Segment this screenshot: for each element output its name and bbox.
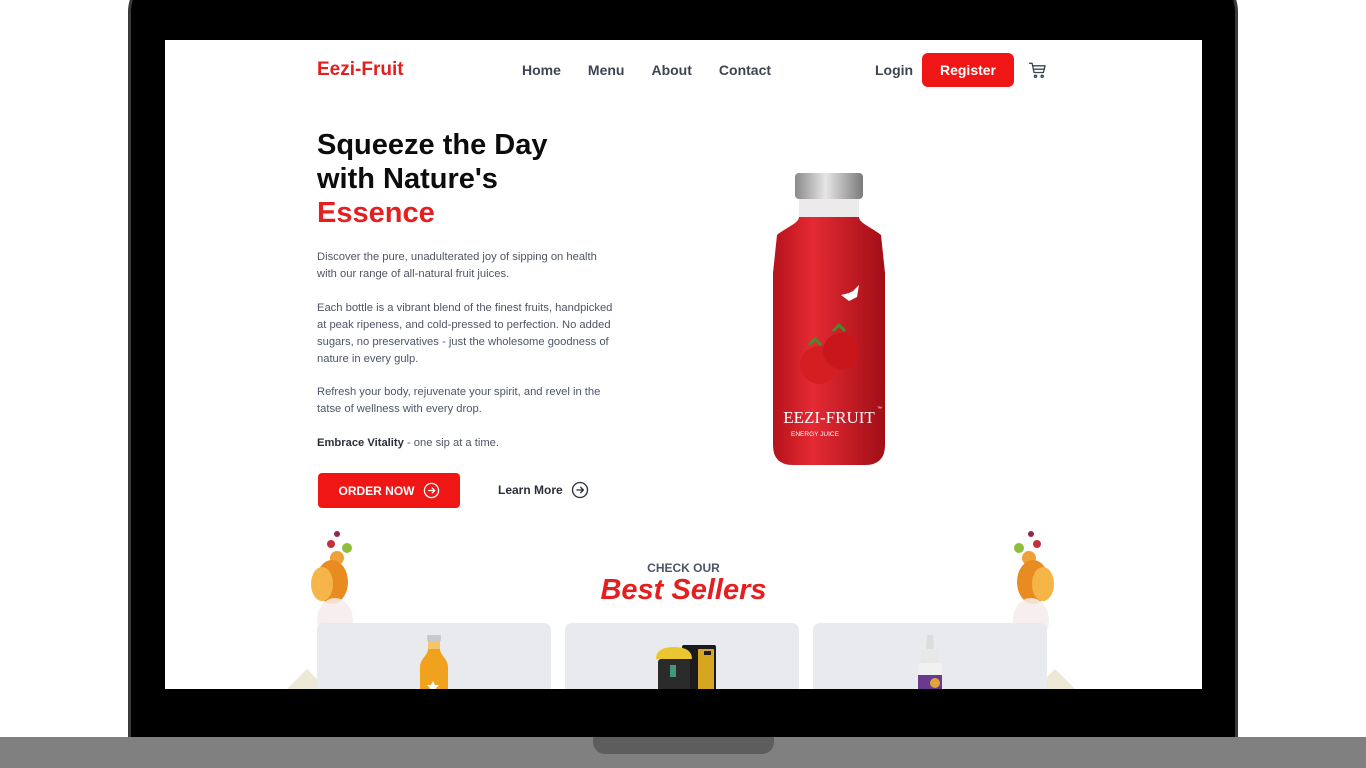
product-card[interactable] [565,623,799,689]
hero-paragraph-2: Each bottle is a vibrant blend of the fi… [317,301,613,365]
tagline-bold: Embrace Vitality [317,436,404,449]
nav-link-about[interactable]: About [651,62,691,78]
tagline-rest: - one sip at a time. [403,436,499,449]
order-now-button[interactable]: ORDER NOW [318,473,460,508]
nav-link-contact[interactable]: Contact [719,62,771,78]
best-sellers-kicker: CHECK OUR [647,561,720,575]
product-card[interactable] [317,623,551,689]
bottle-brand-text: EEZI-FRUIT [783,408,875,427]
best-sellers-cards [317,623,1047,689]
register-button[interactable]: Register [922,53,1014,87]
hero-description: Discover the pure, unadulterated joy of … [317,249,617,468]
hero-title-line-2: with Nature's [317,163,498,195]
cart-icon[interactable] [1028,60,1048,80]
product-card[interactable] [813,623,1047,689]
juice-bottle-thumbnail [420,635,448,689]
arrow-circle-right-icon [571,481,588,499]
juice-bottle-image: EEZI-FRUIT ™ ENERGY JUICE [773,173,885,465]
best-sellers-title: Best Sellers [600,574,767,606]
nav-link-menu[interactable]: Menu [588,62,625,78]
shaker-product-thumbnail [656,645,716,689]
login-link[interactable]: Login [875,62,913,78]
bottle-sub-text: ENERGY JUICE [791,431,840,438]
website-screen: Eezi-Fruit Home Menu About Contact Login… [165,40,1202,689]
hero-paragraph-1: Discover the pure, unadulterated joy of … [317,251,597,280]
hero-paragraph-3: Refresh your body, rejuvenate your spiri… [317,386,601,415]
nav-link-home[interactable]: Home [522,62,561,78]
learn-more-label: Learn More [498,483,563,497]
arrow-circle-right-icon [423,482,439,499]
hero-title-accent: Essence [317,197,435,229]
learn-more-link[interactable]: Learn More [498,481,589,499]
laptop-notch [593,737,774,754]
bottle-tm-mark: ™ [877,406,882,412]
hero-title-line-1: Squeeze the Day [317,129,548,161]
nav-links: Home Menu About Contact [522,62,771,78]
brand-logo[interactable]: Eezi-Fruit [317,59,404,81]
order-now-label: ORDER NOW [338,483,415,498]
hero-tagline: Embrace Vitality - one sip at a time. [317,435,617,452]
vape-bottle-thumbnail [918,635,942,689]
laptop-mockup: Eezi-Fruit Home Menu About Contact Login… [0,0,1366,768]
hero-title: Squeeze the Day with Nature's Essence [317,128,637,230]
top-navigation: Eezi-Fruit Home Menu About Contact Login… [165,40,1202,100]
